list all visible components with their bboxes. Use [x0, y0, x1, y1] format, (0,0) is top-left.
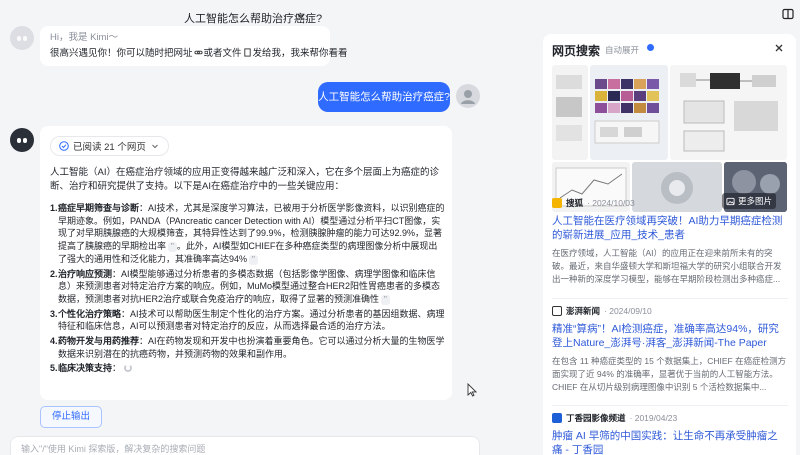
date-value: 2024/09/10: [609, 306, 652, 316]
point-number: 1.: [50, 203, 58, 213]
file-icon: [243, 48, 251, 57]
citation-marker[interactable]: ": [249, 254, 258, 265]
result-source: 丁香园影像频道 · 2019/04/23: [552, 412, 788, 424]
source-date: · 2019/04/23: [629, 413, 678, 423]
result-source: 搜狐 · 2024/10/03: [552, 197, 788, 209]
search-result[interactable]: 丁香园影像频道 · 2019/04/23 肿瘤 AI 早筛的中国实践：让生命不再…: [552, 412, 788, 455]
flowchart-thumbnail-icon: [680, 73, 778, 152]
point-title: 临床决策支持: [58, 363, 113, 374]
diagram-thumbnail-icon: [556, 75, 582, 141]
user-icon: [461, 90, 475, 104]
point-title: 个性化治疗策略: [58, 308, 122, 319]
result-image[interactable]: [552, 65, 588, 160]
chat-column: 人工智能怎么帮助治疗癌症? Hi，我是 Kimi～ 很高兴遇见你！你可以随时把网…: [0, 0, 540, 455]
mouse-cursor-icon: [467, 383, 477, 397]
chevron-down-icon[interactable]: [296, 11, 306, 21]
kimi-avatar: [10, 128, 34, 152]
search-result[interactable]: 搜狐 · 2024/10/03 人工智能在医疗领域再突破！AI助力早期癌症检测的…: [552, 197, 788, 286]
close-icon[interactable]: [773, 42, 785, 54]
result-snippet: 在包含 11 种癌症类型的 15 个数据集上，CHIEF 在癌症检测方面实现了近…: [552, 356, 787, 392]
panel-title: 网页搜索: [552, 44, 601, 58]
answer-points: 1. 癌症早期筛查与诊断：AI技术，尤其是深度学习算法，已被用于分析医学影像资料，…: [50, 202, 446, 377]
pages-read-pill[interactable]: 已阅读 21 个网页: [50, 136, 169, 156]
chevron-down-icon: [152, 144, 158, 149]
result-title-link[interactable]: 人工智能在医疗领域再突破！AI助力早期癌症检测的崭新进展_应用_技术_患者: [552, 214, 788, 242]
source-date: · 2024/09/10: [604, 306, 652, 316]
sohu-logo-icon: [552, 198, 562, 208]
source-name: 搜狐: [566, 198, 584, 208]
result-source: 澎湃新闻 · 2024/09/10: [552, 305, 788, 317]
auto-expand-toggle[interactable]: [647, 44, 654, 51]
citation-marker[interactable]: ": [168, 242, 177, 253]
user-avatar: [456, 84, 480, 108]
loading-spinner-icon: [124, 364, 133, 373]
point-body: ：: [112, 363, 122, 374]
citation-marker[interactable]: ": [381, 294, 390, 305]
result-title-link[interactable]: 肿瘤 AI 早筛的中国实践：让生命不再承受肿瘤之痛 - 丁香园: [552, 429, 788, 455]
date-value: 2024/10/03: [592, 198, 635, 208]
pages-read-label: 已阅读 21 个网页: [73, 142, 146, 153]
answer-intro: 人工智能（AI）在癌症治疗领域的应用正变得越来越广泛和深入，它在多个层面上为癌症…: [50, 167, 439, 192]
web-search-panel: 网页搜索 自动展开 更多图片 搜狐 · 2024/10/03 人工智能在医疗领域…: [543, 34, 796, 455]
list-item: 1. 癌症早期筛查与诊断：AI技术，尤其是深度学习算法，已被用于分析医学影像资料，…: [50, 202, 446, 266]
search-result[interactable]: 澎湃新闻 · 2024/09/10 精准“算病”！AI检测癌症，准确率高达94%…: [552, 305, 788, 394]
thepaper-logo-icon: [552, 306, 562, 316]
auto-expand-label: 自动展开: [605, 45, 640, 55]
list-item: 5. 临床决策支持：: [50, 362, 446, 375]
point-number: 5.: [50, 363, 58, 374]
image-results: 更多图片: [552, 65, 787, 215]
greeting-text-a: 很高兴遇见你！你可以随时把网址: [50, 48, 193, 59]
pathology-grid-thumbnail-icon: [594, 79, 660, 144]
point-number: 4.: [50, 336, 58, 347]
assistant-answer: 已阅读 21 个网页 人工智能（AI）在癌症治疗领域的应用正变得越来越广泛和深入…: [40, 126, 452, 400]
greeting-message: Hi，我是 Kimi～ 很高兴遇见你！你可以随时把网址 或者文件 发给我，我来帮你看…: [40, 26, 348, 66]
list-item: 4. 药物开发与用药推荐：AI在药物发现和开发中也扮演着重要角色。它可以通过分析大…: [50, 335, 446, 360]
point-title: 癌症早期筛查与诊断: [58, 203, 140, 213]
user-message: 人工智能怎么帮助治疗癌症?: [318, 82, 450, 112]
result-snippet: 在医疗领域，人工智能（AI）的应用正在迎来前所未有的突破。最近，来自华盛顿大学和…: [552, 248, 782, 284]
greeting-text-c: 发给我，我来帮你看看: [252, 48, 348, 59]
point-number: 3.: [50, 308, 58, 319]
chat-input[interactable]: [21, 444, 461, 454]
source-name: 丁香园影像频道: [566, 413, 626, 423]
sidebar-toggle-icon[interactable]: [782, 8, 794, 20]
point-number: 2.: [50, 268, 58, 279]
source-date: · 2024/10/03: [587, 198, 635, 208]
result-image[interactable]: [670, 65, 787, 160]
divider: [552, 405, 788, 406]
source-name: 澎湃新闻: [566, 306, 601, 316]
greeting-line-1: Hi，我是 Kimi～: [50, 32, 119, 43]
result-title-link[interactable]: 精准“算病”！AI检测癌症，准确率高达94%，研究登上Nature_澎湃号·湃客…: [552, 322, 788, 350]
link-icon: [193, 50, 203, 55]
point-title: 药物开发与用药推荐: [58, 336, 140, 347]
divider: [552, 298, 788, 299]
list-item: 3. 个性化治疗策略：AI技术可以帮助医生制定个性化的治疗方案。通过分析患者的基因…: [50, 308, 446, 333]
greeting-text-b: 或者文件: [203, 48, 242, 59]
kimi-avatar: [10, 26, 34, 50]
list-item: 2. 治疗响应预测：AI模型能够通过分析患者的多模态数据（包括影像学图像、病理学图…: [50, 268, 446, 306]
chat-input-box[interactable]: [10, 436, 480, 455]
greeting-line-2: 很高兴遇见你！你可以随时把网址 或者文件 发给我，我来帮你看看: [50, 47, 348, 61]
check-circle-icon: [59, 141, 69, 151]
date-value: 2019/04/23: [634, 413, 678, 423]
point-title: 治疗响应预测: [58, 268, 113, 279]
result-image[interactable]: [590, 65, 668, 160]
dxy-logo-icon: [552, 413, 562, 423]
stop-output-button[interactable]: 停止输出: [40, 406, 102, 428]
